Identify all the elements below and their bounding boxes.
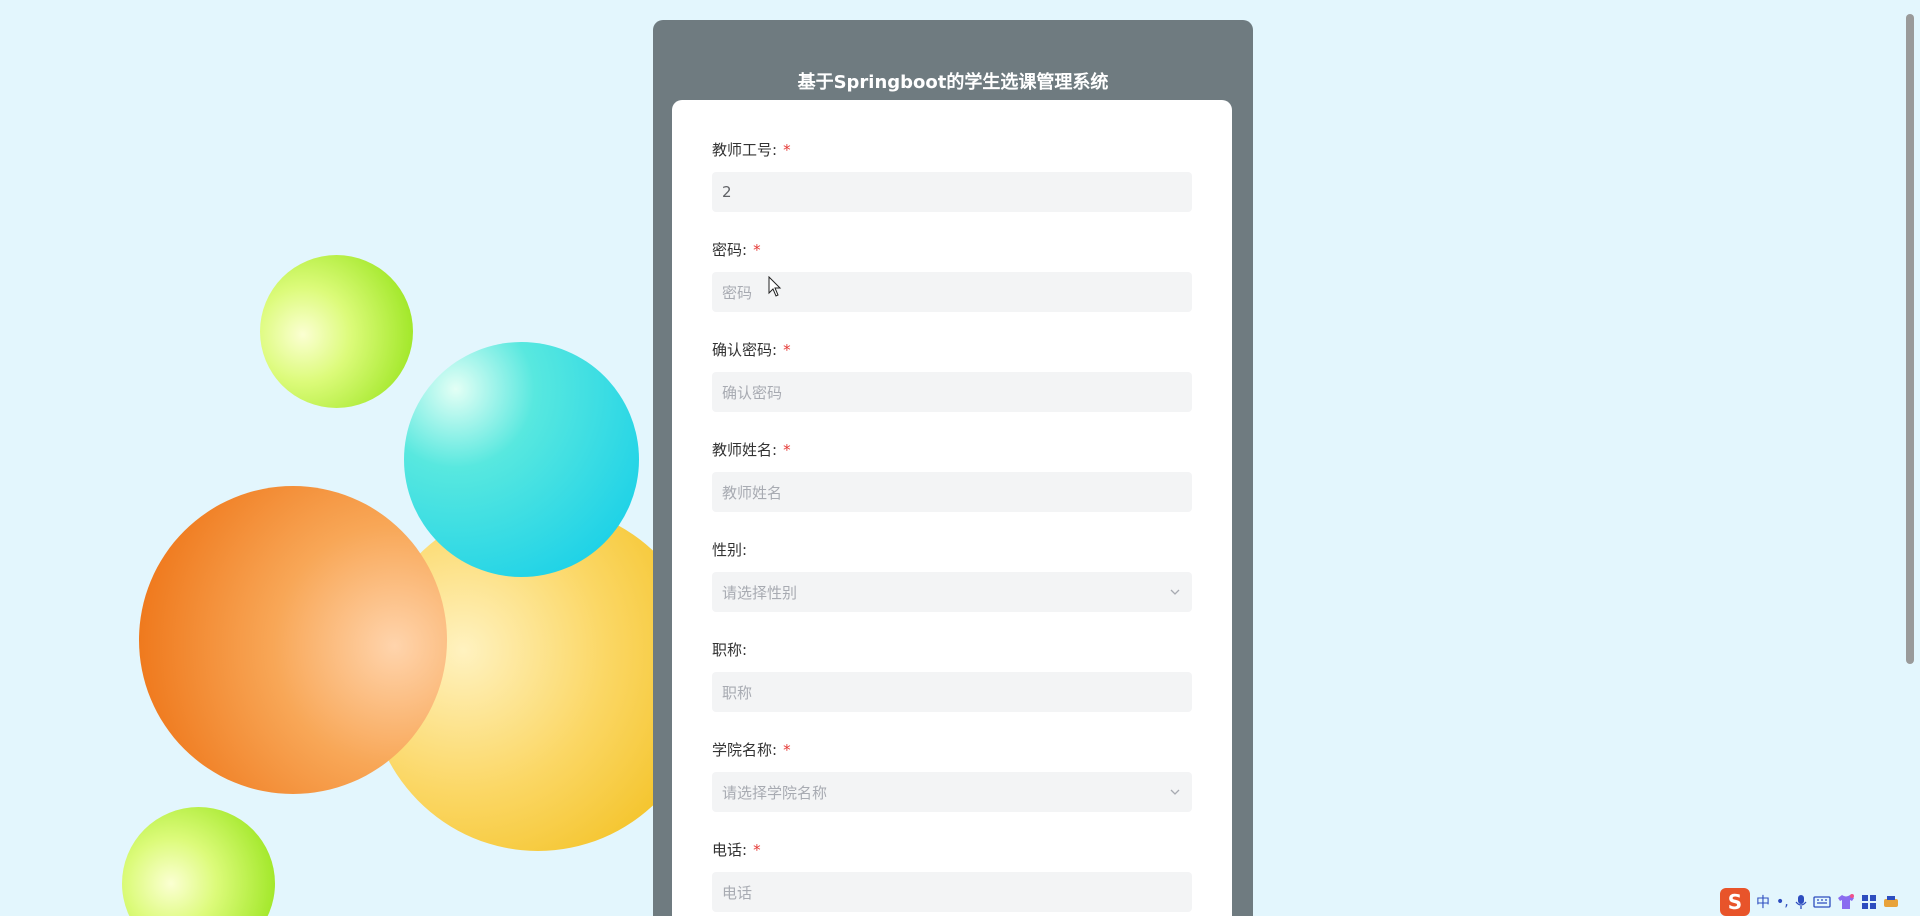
register-panel: 基于Springboot的学生选课管理系统 教师工号: * 2 密码: * 密码 确… <box>653 20 1253 916</box>
field-label: 教师工号: * <box>712 141 791 159</box>
field-gender: 性别: 请选择性别 <box>712 540 1192 612</box>
orange-bubble <box>139 486 447 794</box>
scrollbar-thumb[interactable] <box>1906 14 1914 664</box>
shirt-icon[interactable] <box>1837 894 1855 910</box>
field-phone: 电话: * 电话 <box>712 840 1192 912</box>
green-bubble-top <box>260 255 413 408</box>
field-label: 确认密码: * <box>712 341 791 359</box>
chevron-down-icon <box>1170 589 1180 595</box>
keyboard-icon[interactable] <box>1813 895 1831 909</box>
mouse-cursor-icon <box>768 276 782 297</box>
punctuation-toggle[interactable]: •, <box>1776 893 1789 911</box>
page-title: 基于Springboot的学生选课管理系统 <box>797 72 1109 93</box>
teacher-id-input[interactable]: 2 <box>712 172 1192 212</box>
field-label: 密码: * <box>712 241 761 259</box>
register-form: 教师工号: * 2 密码: * 密码 确认密码: * 确认密码 教师姓名: * 教师姓名… <box>672 100 1232 916</box>
field-college: 学院名称: * 请选择学院名称 <box>712 740 1192 812</box>
cyan-bubble <box>404 342 639 577</box>
green-bubble-bottom <box>122 807 275 916</box>
field-label: 职称: <box>712 641 748 659</box>
field-title: 职称: 职称 <box>712 640 1192 712</box>
ime-language-toggle[interactable]: 中 <box>1756 893 1770 911</box>
field-password: 密码: * 密码 <box>712 240 1192 312</box>
chevron-down-icon <box>1170 789 1180 795</box>
tool-icon[interactable] <box>1883 894 1899 910</box>
mic-icon[interactable] <box>1795 894 1807 910</box>
field-teacher-id: 教师工号: * 2 <box>712 140 1192 212</box>
field-label: 电话: * <box>712 841 761 859</box>
gender-select[interactable]: 请选择性别 <box>712 572 1192 612</box>
ime-toolbar: S 中 •, <box>1716 888 1920 916</box>
teacher-name-input[interactable]: 教师姓名 <box>712 472 1192 512</box>
grid-icon[interactable] <box>1861 894 1877 910</box>
password-input[interactable]: 密码 <box>712 272 1192 312</box>
field-label: 性别: <box>712 541 748 559</box>
phone-input[interactable]: 电话 <box>712 872 1192 912</box>
title-input[interactable]: 职称 <box>712 672 1192 712</box>
confirm-password-input[interactable]: 确认密码 <box>712 372 1192 412</box>
field-teacher-name: 教师姓名: * 教师姓名 <box>712 440 1192 512</box>
college-select[interactable]: 请选择学院名称 <box>712 772 1192 812</box>
field-label: 学院名称: * <box>712 741 791 759</box>
field-label: 教师姓名: * <box>712 441 791 459</box>
field-confirm-password: 确认密码: * 确认密码 <box>712 340 1192 412</box>
ime-logo-icon[interactable]: S <box>1720 888 1750 916</box>
